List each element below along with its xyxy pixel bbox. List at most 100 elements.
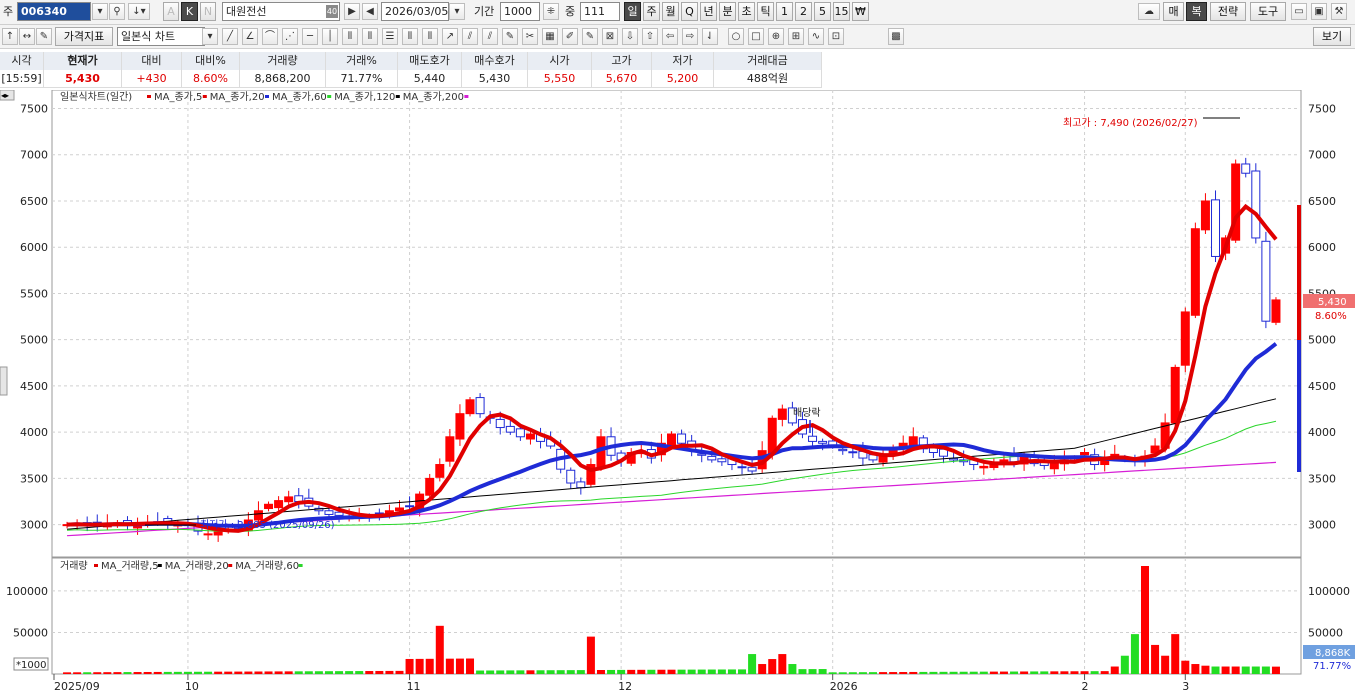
period-button-1[interactable]: 주	[643, 2, 660, 21]
period-button-3[interactable]: Q	[681, 2, 698, 21]
sort-icon[interactable]: ↓▾	[128, 3, 150, 20]
period-button-7[interactable]: 틱	[757, 2, 774, 21]
right-button-2[interactable]: 복	[1186, 2, 1207, 21]
n-button[interactable]: N	[200, 2, 216, 21]
price-legend-marker	[147, 95, 151, 98]
drawing-tool-14-icon[interactable]: ✎	[502, 28, 518, 45]
chart-type-dropdown-icon[interactable]: ▾	[202, 28, 218, 45]
view-button[interactable]: 보기	[1313, 27, 1351, 46]
right-button-1[interactable]: 매	[1163, 2, 1184, 21]
drawing-tool-20-icon[interactable]: ⇩	[622, 28, 638, 45]
drawing-tool-11-icon[interactable]: ↗	[442, 28, 458, 45]
save-icon[interactable]: ▣	[1311, 3, 1327, 20]
drawing-tool-18-icon[interactable]: ✎	[582, 28, 598, 45]
drawing-tool-13-icon[interactable]: ⫽	[482, 28, 498, 45]
drawing-tool-29-icon[interactable]: ∿	[808, 28, 824, 45]
volume-bar	[889, 672, 898, 674]
candle-body	[525, 433, 535, 440]
drawing-tool-3-icon[interactable]: ⋰	[282, 28, 298, 45]
drawing-tool-26-icon[interactable]: □	[748, 28, 764, 45]
cloud-icon[interactable]: ☁	[1138, 3, 1160, 20]
period-button-0[interactable]: 일	[624, 2, 641, 21]
candle-body	[475, 397, 485, 415]
drawing-tool-21-icon[interactable]: ⇧	[642, 28, 658, 45]
leftright-icon[interactable]: ↔	[19, 28, 35, 45]
candle-body	[697, 453, 707, 456]
stock-code-input[interactable]: 006340	[17, 2, 91, 21]
market-label: 주	[3, 5, 14, 18]
quote-header-price: 현재가	[44, 52, 122, 70]
drawing-tool-10-icon[interactable]: ⫴	[422, 28, 438, 45]
side-expander[interactable]	[0, 366, 8, 396]
dividend-annotation: 배당락	[793, 407, 821, 419]
folder-icon[interactable]: ▭	[1291, 3, 1307, 20]
drawing-tool-2-icon[interactable]: ⌒	[262, 28, 278, 45]
volume-bar	[1191, 664, 1200, 674]
volume-bar	[687, 669, 696, 674]
drawing-tool-15-icon[interactable]: ✂	[522, 28, 538, 45]
drawing-tool-16-icon[interactable]: ▦	[542, 28, 558, 45]
drawing-tool-25-icon[interactable]: ○	[728, 28, 744, 45]
drawing-tool-28-icon[interactable]: ⊞	[788, 28, 804, 45]
chart-type-select[interactable]: 일본식 차트	[117, 27, 205, 46]
play-next-icon[interactable]: ▶	[344, 3, 360, 20]
price-tick-right: 7000	[1308, 149, 1336, 162]
volume-bar	[455, 658, 464, 674]
edit-icon[interactable]: ✎	[36, 28, 52, 45]
capture-icon[interactable]: ▩	[888, 28, 904, 45]
drawing-tool-0-icon[interactable]: ╱	[222, 28, 238, 45]
drawing-tool-12-icon[interactable]: ⫽	[462, 28, 478, 45]
a-button[interactable]: A	[163, 2, 179, 21]
period-button-11[interactable]: 15	[833, 2, 850, 21]
strategy-button[interactable]: 전략	[1210, 2, 1246, 21]
drawing-tool-24-icon[interactable]: ⇃	[702, 28, 718, 45]
period-button-12[interactable]: ₩	[852, 2, 869, 21]
period-button-5[interactable]: 분	[719, 2, 736, 21]
volume-bar	[1251, 666, 1260, 674]
volume-bar	[1221, 666, 1230, 674]
drawing-tool-8-icon[interactable]: ☰	[382, 28, 398, 45]
price-tick-left: 3500	[20, 472, 48, 485]
drawing-tool-23-icon[interactable]: ⇨	[682, 28, 698, 45]
quote-table: 시각 현재가 대비 대비% 거래량 거래% 매도호가 매수호가 시가 고가 저가…	[0, 52, 822, 88]
date-dropdown-icon[interactable]: ▾	[449, 3, 465, 20]
drawing-tool-6-icon[interactable]: ⫴	[342, 28, 358, 45]
wrench-icon[interactable]: ⚒	[1331, 3, 1347, 20]
x-tick-label: 2	[1082, 680, 1089, 692]
period-input[interactable]: 1000	[500, 2, 540, 21]
drawing-tool-5-icon[interactable]: │	[322, 28, 338, 45]
k-button[interactable]: K	[181, 2, 198, 21]
drawing-tool-17-icon[interactable]: ✐	[562, 28, 578, 45]
grid-icon[interactable]: ⁜	[543, 3, 559, 20]
stock-chart[interactable]: ◂▸ 3000 3000 3500 3500 4000 4000 4500 4500 5000 5…	[0, 90, 1355, 692]
dropdown-icon[interactable]: ▾	[92, 3, 108, 20]
period-button-2[interactable]: 월	[662, 2, 679, 21]
candle-body	[979, 465, 989, 469]
volume-bar	[506, 670, 515, 674]
period-button-8[interactable]: 1	[776, 2, 793, 21]
tools-button[interactable]: 도구	[1250, 2, 1286, 21]
drawing-tool-1-icon[interactable]: ∠	[242, 28, 258, 45]
up-arrow-icon[interactable]: ↑	[2, 28, 18, 45]
drawing-tool-4-icon[interactable]: ─	[302, 28, 318, 45]
count-input[interactable]: 111	[580, 2, 620, 21]
drawing-tool-27-icon[interactable]: ⊕	[768, 28, 784, 45]
volume-bar	[818, 669, 827, 674]
play-prev-icon[interactable]: ◀	[362, 3, 378, 20]
period-button-4[interactable]: 년	[700, 2, 717, 21]
search-icon[interactable]: ⚲	[109, 3, 125, 20]
drawing-tool-7-icon[interactable]: ⫴	[362, 28, 378, 45]
period-button-9[interactable]: 2	[795, 2, 812, 21]
drawing-tool-30-icon[interactable]: ⊡	[828, 28, 844, 45]
volume-bar	[1100, 671, 1109, 674]
drawing-tool-9-icon[interactable]: ⫴	[402, 28, 418, 45]
drawing-tool-22-icon[interactable]: ⇦	[662, 28, 678, 45]
volume-bar	[949, 671, 958, 674]
drawing-tool-19-icon[interactable]: ⊠	[602, 28, 618, 45]
stock-name-input[interactable]: 대원전선	[222, 2, 340, 21]
period-button-6[interactable]: 초	[738, 2, 755, 21]
date-input[interactable]: 2026/03/05	[381, 2, 449, 21]
indicator-button[interactable]: 가격지표	[55, 27, 113, 46]
candle-body	[838, 448, 848, 452]
period-button-10[interactable]: 5	[814, 2, 831, 21]
